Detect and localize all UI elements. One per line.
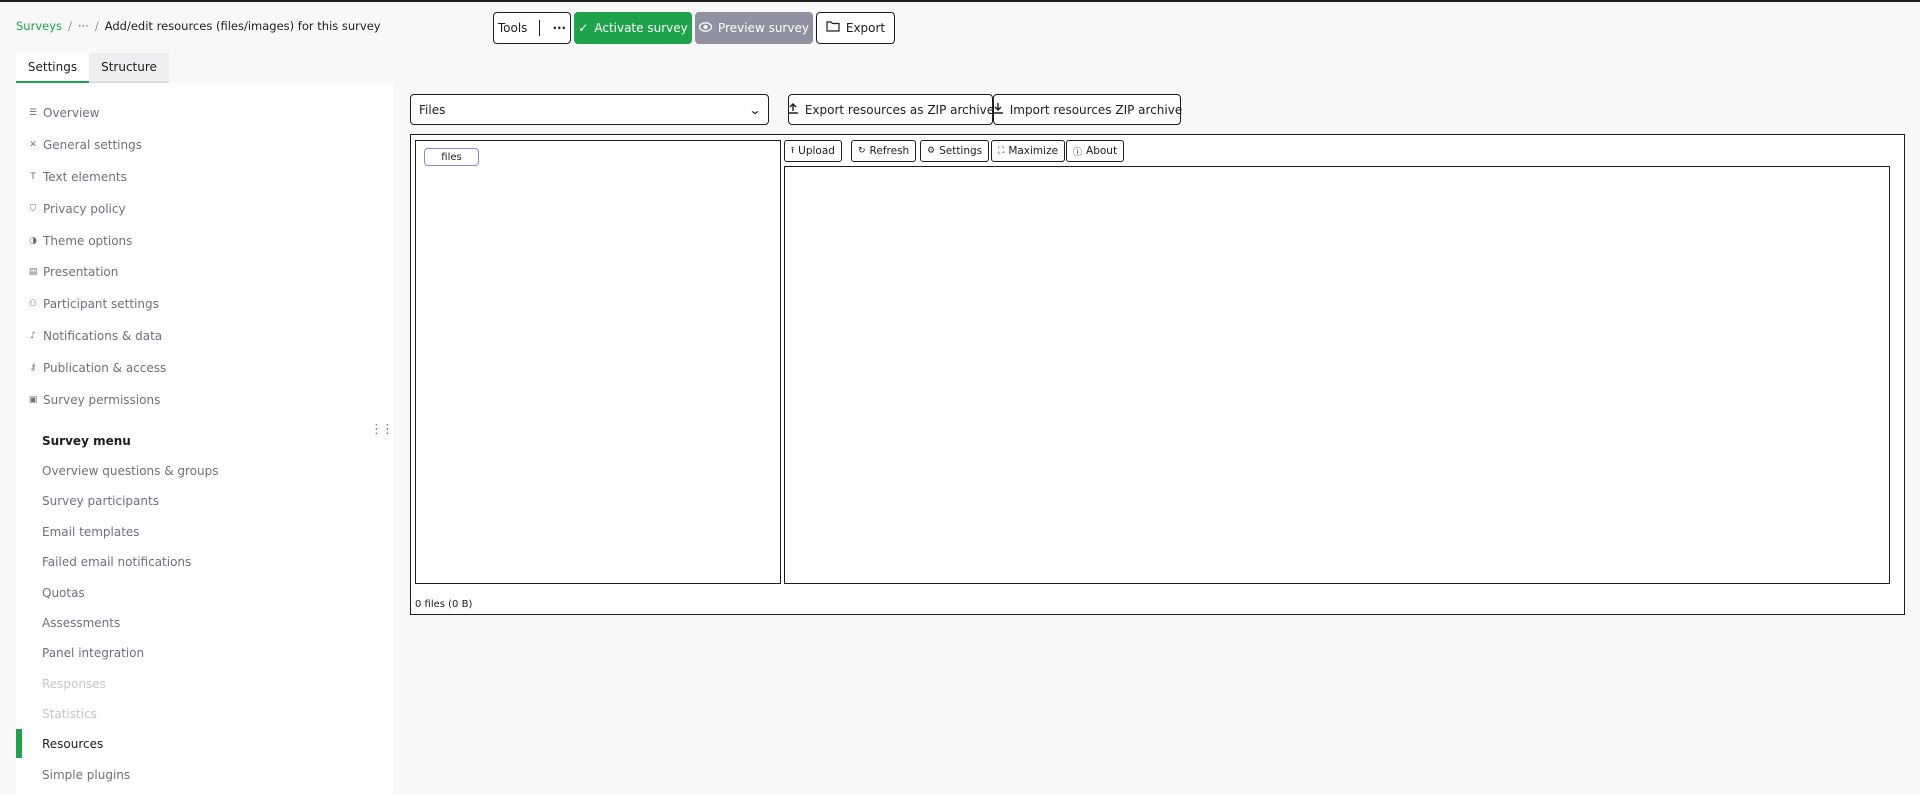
tools-button[interactable]: Tools ··· — [493, 12, 571, 44]
menu-item-simple-plugins[interactable]: Simple plugins — [42, 768, 130, 782]
overview-icon: ☰ — [28, 107, 38, 118]
eye-icon — [698, 21, 713, 35]
import-zip-label: Import resources ZIP archive — [1009, 102, 1183, 117]
about-label: About — [1086, 145, 1118, 157]
menu-item-assessments[interactable]: Assessments — [42, 616, 120, 630]
sidebar-item-theme-options[interactable]: ◑ Theme options — [28, 234, 132, 248]
upload-icon — [787, 102, 799, 117]
menu-item-resources[interactable]: Resources — [42, 737, 103, 751]
breadcrumb-surveys-link[interactable]: Surveys — [16, 19, 62, 33]
breadcrumb: Surveys / ··· / Add/edit resources (file… — [16, 19, 381, 33]
settings-button[interactable]: ⚙ Settings — [920, 140, 990, 162]
menu-item-failed-email-notifications[interactable]: Failed email notifications — [42, 555, 191, 569]
maximize-label: Maximize — [1008, 145, 1059, 157]
preview-survey-button[interactable]: Preview survey — [695, 12, 813, 44]
divider — [539, 20, 541, 36]
sidebar-item-label: Text elements — [43, 170, 127, 184]
check-icon: ✓ — [578, 21, 589, 35]
file-manager: files ⭱ Upload ↻ Refresh ⚙ Settings ⛶ Ma… — [410, 134, 1905, 615]
export-label: Export — [845, 21, 886, 35]
upload-label: Upload — [798, 145, 835, 157]
text-icon: T — [30, 171, 36, 182]
upload-button[interactable]: ⭱ Upload — [784, 140, 842, 162]
sidebar-item-notifications-data[interactable]: ♪ Notifications & data — [28, 329, 162, 343]
breadcrumb-separator: / — [68, 19, 72, 33]
refresh-icon: ↻ — [858, 146, 866, 156]
survey-menu-heading: Survey menu — [42, 434, 131, 448]
maximize-icon: ⛶ — [998, 146, 1005, 156]
menu-item-survey-participants[interactable]: Survey participants — [42, 494, 159, 508]
tab-settings[interactable]: Settings — [16, 53, 89, 83]
sidebar-item-publication-access[interactable]: ⚷ Publication & access — [28, 361, 167, 375]
sidebar: ☰ Overview ✕ General settings T Text ele… — [16, 83, 394, 795]
shield-icon: ⛉ — [29, 203, 37, 214]
sidebar-item-label: Privacy policy — [43, 202, 126, 216]
menu-item-email-templates[interactable]: Email templates — [42, 525, 140, 539]
export-button[interactable]: Export — [816, 12, 895, 44]
folder-tree: files — [415, 140, 781, 584]
more-icon: ··· — [552, 21, 567, 35]
status-bar: 0 files (0 B) — [415, 599, 473, 610]
settings-structure-tabs: Settings Structure — [16, 53, 169, 83]
breadcrumb-separator: / — [94, 19, 99, 33]
sidebar-item-text-elements[interactable]: T Text elements — [28, 170, 127, 184]
sidebar-item-label: General settings — [43, 138, 142, 152]
bell-icon: ♪ — [30, 330, 36, 341]
folder-icon — [826, 21, 840, 35]
settings-label: Settings — [939, 145, 983, 157]
contrast-icon: ◑ — [29, 235, 37, 246]
import-zip-button[interactable]: Import resources ZIP archive — [992, 94, 1183, 125]
drag-handle-icon[interactable]: ⋮⋮ — [370, 422, 394, 437]
export-zip-button[interactable]: Export resources as ZIP archive — [787, 94, 995, 125]
menu-item-statistics: Statistics — [42, 707, 97, 721]
refresh-label: Refresh — [869, 145, 910, 157]
resource-type-select[interactable]: Files ⌄ — [410, 94, 769, 125]
tools-icon: ✕ — [29, 139, 37, 150]
export-zip-label: Export resources as ZIP archive — [804, 102, 995, 117]
sidebar-item-label: Overview — [43, 106, 100, 120]
sidebar-item-privacy-policy[interactable]: ⛉ Privacy policy — [28, 202, 126, 216]
tab-structure[interactable]: Structure — [89, 53, 169, 83]
about-button[interactable]: ⓘ About — [1066, 140, 1125, 162]
preview-survey-label: Preview survey — [718, 21, 809, 35]
sidebar-item-overview[interactable]: ☰ Overview — [28, 106, 100, 120]
menu-item-quotas[interactable]: Quotas — [42, 586, 85, 600]
sidebar-item-survey-permissions[interactable]: ▣ Survey permissions — [28, 393, 161, 407]
key-icon: ⚷ — [29, 362, 37, 373]
menu-item-panel-integration[interactable]: Panel integration — [42, 646, 144, 660]
sidebar-item-label: Notifications & data — [43, 329, 163, 343]
tools-label: Tools — [497, 21, 528, 35]
sidebar-item-presentation[interactable]: ▤ Presentation — [28, 265, 119, 279]
sidebar-item-label: Theme options — [43, 234, 133, 248]
gear-icon: ⚙ — [927, 146, 936, 156]
chevron-down-icon: ⌄ — [748, 102, 762, 117]
file-view-area[interactable] — [784, 166, 1890, 584]
sidebar-item-label: Publication & access — [43, 361, 167, 375]
presentation-icon: ▤ — [28, 266, 38, 277]
upload-icon: ⭱ — [791, 146, 795, 156]
active-indicator — [16, 729, 22, 758]
breadcrumb-ellipsis[interactable]: ··· — [78, 19, 89, 33]
select-value: Files — [419, 102, 446, 117]
menu-item-overview-questions-groups[interactable]: Overview questions & groups — [42, 464, 219, 478]
download-icon — [992, 102, 1004, 117]
sidebar-item-general-settings[interactable]: ✕ General settings — [28, 138, 142, 152]
folder-node-files[interactable]: files — [424, 148, 479, 166]
lock-icon: ▣ — [28, 394, 38, 405]
breadcrumb-current: Add/edit resources (files/images) for th… — [104, 19, 381, 33]
sidebar-item-label: Presentation — [43, 265, 119, 279]
maximize-button[interactable]: ⛶ Maximize — [991, 140, 1066, 162]
info-icon: ⓘ — [1073, 147, 1083, 158]
sidebar-item-label: Participant settings — [43, 297, 159, 311]
menu-item-responses: Responses — [42, 677, 106, 691]
activate-survey-button[interactable]: ✓ Activate survey — [574, 12, 692, 44]
participant-icon: ⚇ — [28, 298, 38, 309]
activate-survey-label: Activate survey — [594, 21, 688, 35]
sidebar-item-participant-settings[interactable]: ⚇ Participant settings — [28, 297, 159, 311]
refresh-button[interactable]: ↻ Refresh — [851, 140, 917, 162]
sidebar-item-label: Survey permissions — [43, 393, 161, 407]
